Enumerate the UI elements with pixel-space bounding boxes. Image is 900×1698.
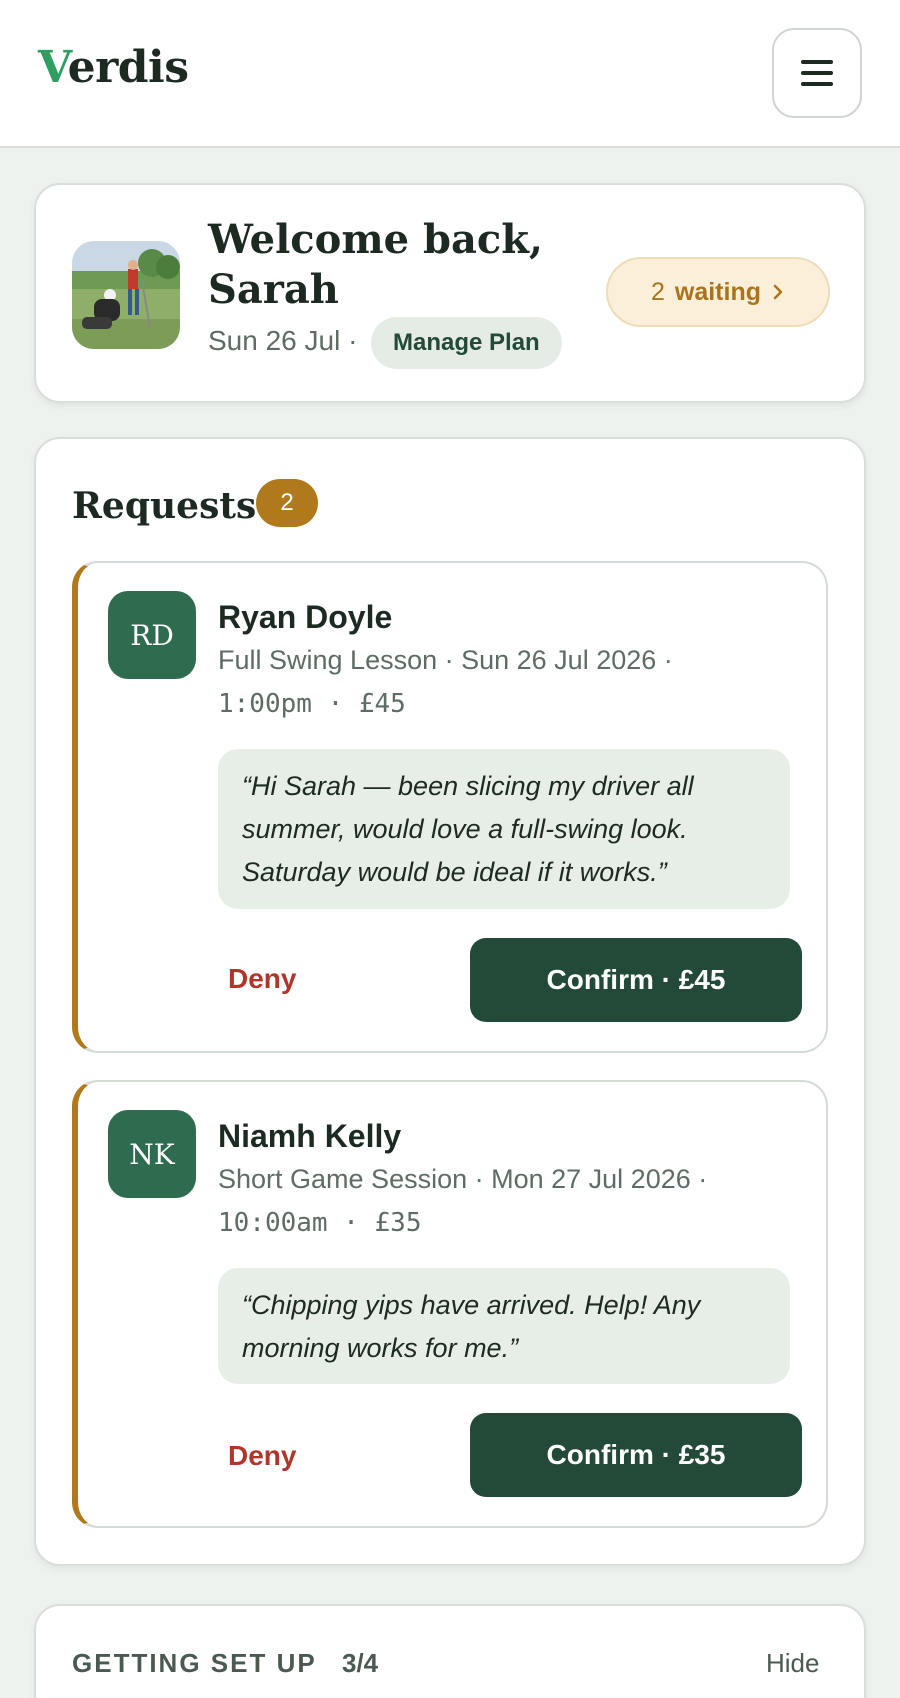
avatar	[72, 241, 180, 349]
logo-text: erdis	[67, 42, 189, 93]
requester-name: Niamh Kelly	[218, 1118, 402, 1154]
requester-avatar: RD	[108, 591, 196, 679]
request-card: RD Ryan Doyle Full Swing Lesson · Sun 26…	[72, 561, 828, 1053]
confirm-button[interactable]: Confirm · £45	[470, 938, 802, 1022]
requester-name: Ryan Doyle	[218, 599, 393, 635]
waiting-requests-button[interactable]: 2 waiting	[606, 257, 830, 327]
request-details: Short Game Session · Mon 27 Jul 2026 ·	[218, 1164, 708, 1194]
request-message: “Chipping yips have arrived. Help! Any m…	[218, 1268, 790, 1384]
getting-set-up-panel: GETTING SET UP 3/4 Hide	[34, 1604, 866, 1698]
request-details: Full Swing Lesson · Sun 26 Jul 2026 ·	[218, 645, 673, 675]
chevron-right-icon	[773, 284, 783, 300]
waiting-label: waiting	[674, 277, 761, 306]
deny-button[interactable]: Deny	[228, 963, 296, 995]
menu-button[interactable]	[772, 28, 862, 118]
requester-avatar: NK	[108, 1110, 196, 1198]
current-date: Sun 26 Jul ·	[208, 325, 358, 356]
request-card: NK Niamh Kelly Short Game Session · Mon …	[72, 1080, 828, 1528]
top-bar: Verdis	[0, 0, 900, 148]
app-logo[interactable]: Verdis	[38, 42, 189, 93]
page-title: Welcome back, Sarah	[208, 216, 543, 313]
hide-setup-button[interactable]: Hide	[766, 1648, 819, 1679]
hamburger-icon	[801, 60, 833, 86]
requests-count-badge: 2	[256, 479, 318, 527]
requests-panel: Requests 2 RD Ryan Doyle Full Swing Less…	[34, 437, 866, 1566]
welcome-card: Welcome back, Sarah Sun 26 Jul · Manage …	[34, 183, 866, 403]
confirm-button[interactable]: Confirm · £35	[470, 1413, 802, 1497]
logo-letter: V	[38, 42, 68, 93]
deny-button[interactable]: Deny	[228, 1440, 296, 1472]
request-time-price: 1:00pm · £45	[218, 689, 406, 719]
requests-heading: Requests	[72, 485, 257, 527]
waiting-count: 2	[650, 277, 665, 306]
setup-heading: GETTING SET UP	[72, 1648, 317, 1678]
request-message: “Hi Sarah — been slicing my driver all s…	[218, 749, 790, 909]
setup-progress: 3/4	[342, 1648, 379, 1678]
request-time-price: 10:00am · £35	[218, 1208, 422, 1238]
manage-plan-button[interactable]: Manage Plan	[371, 317, 562, 369]
